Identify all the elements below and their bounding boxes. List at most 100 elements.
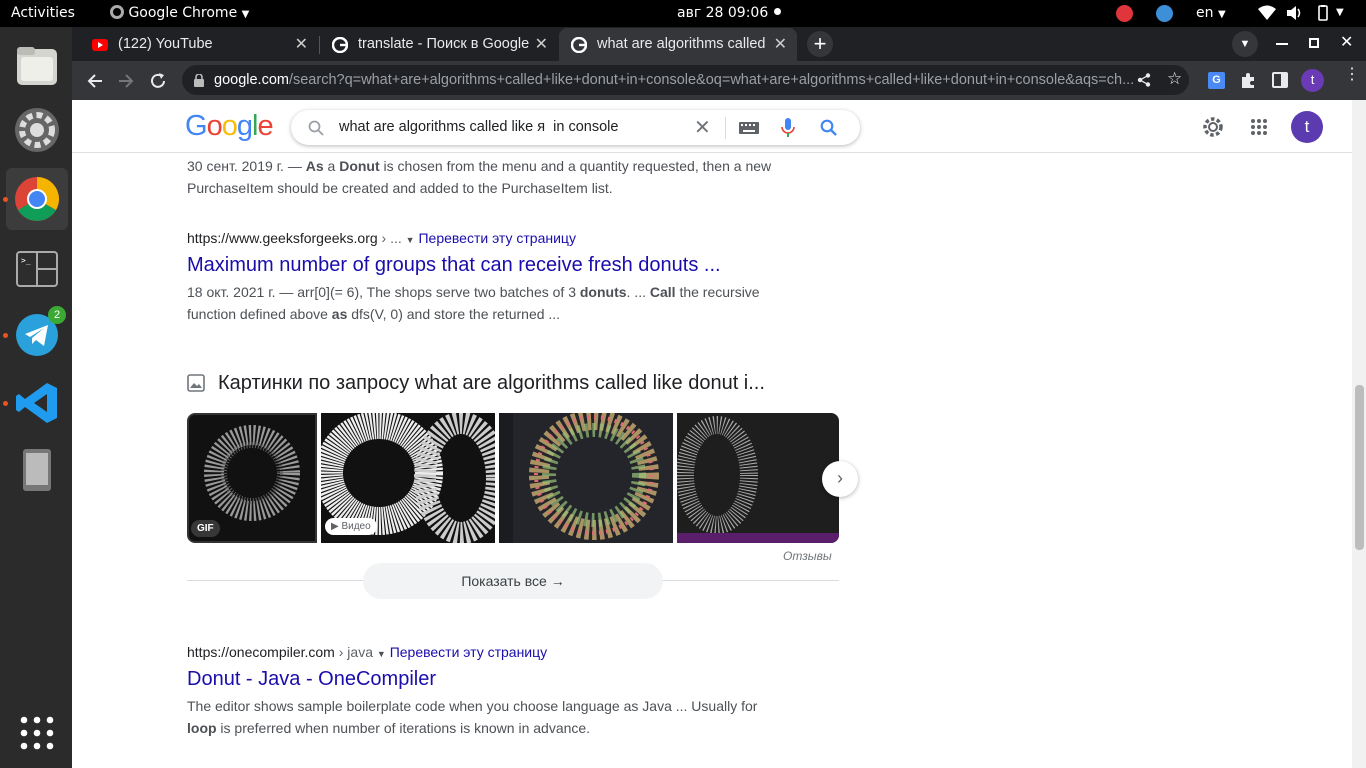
result-cite: https://onecompiler.com › java ▼ Перевес… — [187, 644, 787, 660]
app-menu-label: Google Chrome — [128, 5, 238, 21]
image-icon — [187, 374, 205, 392]
chrome-menu-icon[interactable]: ⋮ — [1344, 67, 1360, 83]
colored-code-donut-image — [499, 413, 659, 543]
search-box[interactable]: what are algorithms called like я in con… — [291, 110, 860, 145]
forward-arrow-icon[interactable] — [117, 72, 135, 90]
language-indicator[interactable]: en ▼ — [1196, 5, 1226, 21]
translate-link[interactable]: ▼ Перевести эту страницу — [406, 230, 576, 246]
updates-icon[interactable] — [1156, 5, 1173, 22]
activities-button[interactable]: Activities — [11, 5, 75, 21]
settings-gear-icon[interactable] — [1202, 116, 1224, 138]
translate-extension-icon[interactable]: G — [1208, 72, 1225, 89]
tab-search-button[interactable]: ▼ — [1232, 31, 1258, 57]
app-menu[interactable]: Google Chrome ▼ — [110, 5, 249, 21]
translate-link[interactable]: ▼ Перевести эту страницу — [377, 644, 547, 660]
extensions-puzzle-icon[interactable] — [1240, 72, 1257, 89]
new-tab-button[interactable]: + — [807, 31, 833, 57]
close-tab-icon[interactable]: ✕ — [535, 34, 548, 54]
running-indicator-icon — [3, 401, 8, 406]
result-snippet: 18 окт. 2021 г. — arr[0](= 6), The shops… — [187, 284, 760, 322]
tab-title: translate - Поиск в Google — [358, 36, 530, 52]
page-content: 30 сент. 2019 г. — As a Donut is chosen … — [72, 100, 1366, 768]
image-thumbnail-1[interactable]: GIF — [187, 413, 317, 543]
search-result: https://onecompiler.com › java ▼ Перевес… — [187, 644, 787, 739]
side-panel-icon[interactable] — [1272, 72, 1288, 88]
system-top-bar: Activities Google Chrome ▼ авг 28 09:06 … — [0, 0, 1366, 27]
dock-vscode[interactable] — [6, 372, 68, 434]
omnibox[interactable]: google.com/search?q=what+are+algorithms+… — [182, 65, 1189, 95]
url-text: google.com/search?q=what+are+algorithms+… — [214, 72, 1134, 88]
image-thumbnail-3[interactable] — [499, 413, 673, 543]
keyboard-icon[interactable] — [739, 122, 759, 134]
maximize-icon[interactable] — [1309, 38, 1319, 48]
profile-avatar[interactable]: t — [1301, 69, 1324, 92]
result-snippet: The editor shows sample boilerplate code… — [187, 698, 758, 736]
dock-device[interactable] — [6, 439, 68, 501]
result-title[interactable]: Donut - Java - OneCompiler — [187, 668, 787, 691]
result-url[interactable]: https://onecompiler.com — [187, 644, 335, 660]
running-indicator-icon — [3, 197, 8, 202]
tab-active-search[interactable]: what are algorithms called ✕ — [559, 28, 797, 61]
divider — [725, 117, 726, 139]
volume-icon[interactable] — [1286, 5, 1304, 25]
search-query[interactable]: what are algorithms called like я in con… — [339, 119, 618, 135]
files-icon — [17, 47, 57, 85]
show-all-images-button[interactable]: Показать все → — [363, 563, 663, 599]
app-grid-icon — [20, 716, 54, 750]
minimize-icon[interactable] — [1276, 43, 1288, 45]
show-all-label: Показать все — [461, 573, 547, 589]
image-thumbnail-2[interactable]: ▶ Видео — [321, 413, 495, 543]
share-icon[interactable] — [1137, 73, 1151, 87]
caret-down-icon: ▼ — [376, 649, 386, 659]
tab-youtube[interactable]: (122) YouTube ✕ — [80, 28, 318, 61]
close-window-icon[interactable]: ✕ — [1340, 32, 1353, 52]
back-arrow-icon[interactable] — [86, 72, 104, 90]
result-title[interactable]: Maximum number of groups that can receiv… — [187, 254, 787, 277]
chevron-right-icon: › — [837, 468, 843, 488]
account-avatar[interactable]: t — [1291, 111, 1323, 143]
telegram-badge: 2 — [48, 306, 66, 324]
arrow-right-icon: → — [550, 573, 565, 589]
dock-chrome[interactable] — [6, 168, 68, 230]
plus-icon: + — [813, 31, 827, 56]
google-logo[interactable]: Google — [185, 110, 274, 143]
dock-telegram[interactable]: 2 — [6, 304, 68, 366]
microphone-icon[interactable] — [781, 118, 795, 138]
search-icon — [308, 120, 324, 136]
close-tab-icon[interactable]: ✕ — [774, 34, 787, 54]
tab-title: what are algorithms called — [597, 36, 766, 52]
search-result: https://www.geeksforgeeks.org › ... ▼ Пе… — [187, 230, 787, 325]
dock-terminal[interactable]: >_ — [6, 238, 68, 300]
images-next-button[interactable]: › — [822, 461, 858, 497]
apps-grid-icon[interactable] — [1250, 118, 1268, 136]
clock[interactable]: авг 28 09:06 — [677, 5, 768, 21]
system-menu-caret-icon[interactable]: ▼ — [1336, 7, 1344, 18]
show-applications-button[interactable] — [6, 702, 68, 764]
video-badge: ▶ Видео — [325, 518, 377, 535]
feedback-link[interactable]: Отзывы — [783, 549, 832, 563]
close-tab-icon[interactable]: ✕ — [295, 34, 308, 54]
dock-files[interactable] — [6, 35, 68, 97]
scrollbar-thumb[interactable] — [1355, 385, 1364, 550]
phone-icon — [23, 449, 51, 491]
google-g-icon — [571, 37, 587, 53]
search-submit-icon[interactable] — [820, 119, 837, 136]
chrome-icon — [15, 177, 59, 221]
result-url-path: › java — [334, 644, 373, 660]
caret-down-icon: ▼ — [1217, 9, 1226, 20]
image-thumbnail-4[interactable] — [677, 413, 839, 543]
google-g-icon — [332, 37, 348, 53]
page-scrollbar[interactable] — [1352, 100, 1366, 768]
dock-settings[interactable] — [6, 99, 68, 161]
result-url[interactable]: https://www.geeksforgeeks.org — [187, 230, 378, 246]
caret-down-icon: ▼ — [241, 9, 250, 20]
do-not-disturb-icon[interactable] — [1116, 5, 1133, 22]
clear-search-icon[interactable]: ✕ — [694, 115, 711, 140]
reload-icon[interactable] — [149, 72, 167, 90]
battery-icon[interactable] — [1316, 5, 1330, 25]
wifi-icon[interactable] — [1258, 5, 1276, 25]
tab-translate[interactable]: translate - Поиск в Google ✕ — [320, 28, 558, 61]
url-path: /search?q=what+are+algorithms+called+lik… — [288, 72, 1134, 88]
bookmark-star-icon[interactable]: ☆ — [1167, 69, 1182, 89]
caret-down-icon: ▼ — [405, 235, 415, 245]
